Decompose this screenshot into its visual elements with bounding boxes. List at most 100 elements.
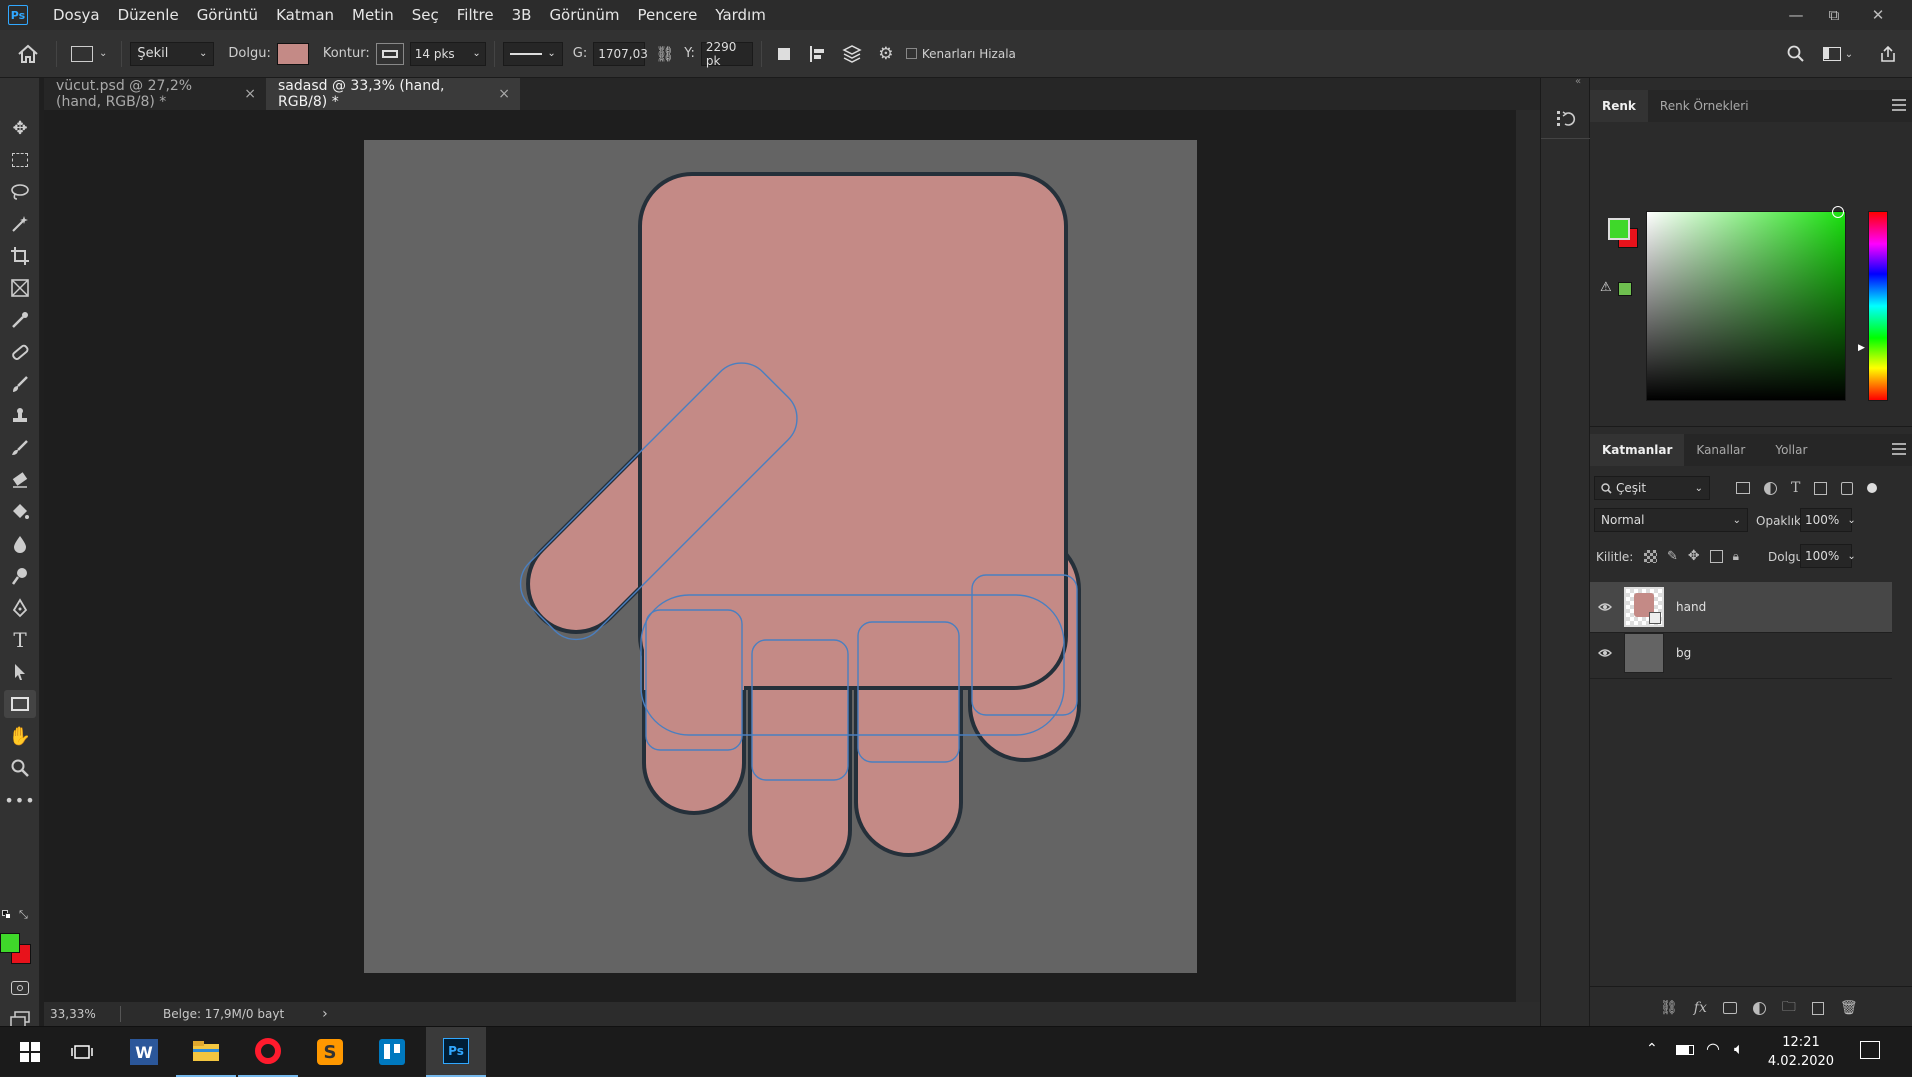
volume-icon[interactable]: 🔈︎: [1734, 1039, 1744, 1059]
close-tab-icon[interactable]: ×: [498, 86, 510, 102]
close-tab-icon[interactable]: ×: [244, 86, 256, 102]
filter-smart-object-icon[interactable]: [1841, 481, 1854, 495]
menu-item[interactable]: Seç: [403, 6, 448, 24]
wifi-icon[interactable]: ◠: [1706, 1039, 1720, 1058]
lock-position-icon[interactable]: ✥: [1688, 548, 1700, 564]
tab-swatches[interactable]: Renk Örnekleri: [1648, 90, 1761, 122]
swap-colors-icon[interactable]: ⤡: [19, 908, 28, 922]
document-tab[interactable]: vücut.psd @ 27,2% (hand, RGB/8) * ×: [44, 78, 266, 110]
foreground-color-swatch[interactable]: [0, 933, 20, 953]
filter-shape-icon[interactable]: [1814, 481, 1828, 495]
menu-item[interactable]: Katman: [267, 6, 343, 24]
shape-mode-dropdown[interactable]: Şekil ⌄: [130, 41, 215, 66]
history-brush-tool-icon[interactable]: [4, 434, 36, 462]
delete-layer-icon[interactable]: 🗑︎: [1840, 1000, 1858, 1016]
new-group-icon[interactable]: 🗀︎: [1782, 996, 1796, 1020]
warning-icon[interactable]: ⚠: [1600, 280, 1612, 295]
menu-item[interactable]: Dosya: [44, 6, 109, 24]
layer-filter-dropdown[interactable]: Çeşit ⌄: [1594, 476, 1710, 500]
add-mask-icon[interactable]: [1722, 1002, 1737, 1014]
stroke-color-swatch[interactable]: [375, 42, 404, 65]
file-explorer-icon[interactable]: [176, 1027, 236, 1077]
hue-slider-marker[interactable]: ▶: [1858, 343, 1865, 353]
layer-row[interactable]: hand: [1590, 582, 1892, 632]
healing-brush-tool-icon[interactable]: [4, 338, 36, 366]
clock[interactable]: 12:21 4.02.2020: [1766, 1033, 1836, 1071]
marquee-tool-icon[interactable]: [4, 146, 36, 174]
path-arrangement-icon[interactable]: [838, 40, 866, 68]
paint-bucket-tool-icon[interactable]: [4, 498, 36, 526]
tab-paths[interactable]: Yollar: [1763, 434, 1819, 466]
crop-tool-icon[interactable]: [4, 242, 36, 270]
web-safe-color-chip[interactable]: [1618, 282, 1632, 296]
filter-adjustment-icon[interactable]: [1764, 481, 1777, 495]
opera-icon[interactable]: [238, 1027, 298, 1077]
collapse-arrows-icon[interactable]: «: [1575, 76, 1581, 87]
palm-filler[interactable]: [644, 540, 744, 690]
eraser-tool-icon[interactable]: [4, 466, 36, 494]
lock-transparency-icon[interactable]: [1644, 549, 1657, 563]
layer-thumbnail[interactable]: [1624, 587, 1664, 627]
zoom-tool-icon[interactable]: [4, 754, 36, 782]
show-hidden-icons[interactable]: ⌃: [1646, 1041, 1658, 1057]
color-field-cursor[interactable]: [1832, 206, 1844, 218]
type-tool-icon[interactable]: T: [4, 626, 36, 654]
brush-tool-icon[interactable]: [4, 370, 36, 398]
stroke-type-dropdown[interactable]: ⌄: [502, 41, 563, 66]
layer-row[interactable]: bg: [1590, 628, 1892, 678]
align-edges-checkbox[interactable]: [905, 48, 917, 59]
lock-all-icon[interactable]: 🔒︎: [1733, 549, 1739, 564]
tab-channels[interactable]: Kanallar: [1684, 434, 1757, 466]
foreground-color-chip[interactable]: [1608, 218, 1630, 240]
gear-icon[interactable]: ⚙: [872, 40, 900, 68]
filter-toggle-icon[interactable]: [1867, 483, 1878, 493]
lasso-tool-icon[interactable]: [4, 178, 36, 206]
magic-wand-tool-icon[interactable]: [4, 210, 36, 238]
blend-mode-dropdown[interactable]: Normal ⌄: [1594, 508, 1748, 532]
photoshop-logo[interactable]: Ps: [8, 5, 28, 25]
sublime-text-icon[interactable]: S: [300, 1027, 360, 1077]
color-panel-menu-icon[interactable]: [1892, 99, 1906, 111]
layer-style-icon[interactable]: fx: [1694, 1000, 1707, 1016]
quick-mask-icon[interactable]: [4, 974, 36, 1002]
tab-color[interactable]: Renk: [1590, 90, 1648, 122]
photoshop-taskbar-icon[interactable]: Ps: [426, 1027, 486, 1077]
menu-item[interactable]: Yardım: [706, 6, 775, 24]
tab-layers[interactable]: Katmanlar: [1590, 434, 1685, 466]
frame-tool-icon[interactable]: [4, 274, 36, 302]
layer-thumbnail[interactable]: [1624, 633, 1664, 673]
restore-button[interactable]: ⧉: [1816, 0, 1852, 30]
status-menu-arrow[interactable]: ›: [322, 1006, 328, 1022]
menu-item[interactable]: 3B: [503, 6, 541, 24]
history-panel-icon[interactable]: [1553, 106, 1579, 132]
filter-type-icon[interactable]: T: [1791, 480, 1800, 496]
menu-item[interactable]: Görüntü: [188, 6, 267, 24]
task-view-icon[interactable]: [52, 1027, 112, 1077]
document-canvas[interactable]: [364, 140, 1197, 973]
menu-item[interactable]: Görünüm: [540, 6, 628, 24]
windows-start-icon[interactable]: [0, 1027, 60, 1077]
canvas-area[interactable]: [44, 110, 1516, 1008]
close-button[interactable]: ✕: [1860, 0, 1896, 30]
blur-tool-icon[interactable]: [4, 530, 36, 558]
search-icon[interactable]: [1782, 40, 1810, 68]
default-colors-icon[interactable]: [2, 910, 12, 920]
rectangle-tool-icon[interactable]: [4, 690, 36, 718]
hue-slider[interactable]: [1868, 211, 1888, 401]
word-app-icon[interactable]: W: [114, 1027, 174, 1077]
eye-icon[interactable]: [1590, 602, 1620, 612]
link-icon[interactable]: ⛓: [655, 45, 674, 63]
width-field[interactable]: 1707,03: [593, 41, 648, 66]
color-field[interactable]: [1646, 211, 1846, 401]
eye-icon[interactable]: [1590, 648, 1620, 658]
menu-item[interactable]: Pencere: [629, 6, 707, 24]
menu-item[interactable]: Düzenle: [109, 6, 188, 24]
path-selection-tool-icon[interactable]: [4, 658, 36, 686]
home-icon[interactable]: [8, 34, 48, 74]
new-layer-icon[interactable]: [1811, 1001, 1824, 1015]
dodge-tool-icon[interactable]: [4, 562, 36, 590]
adjustment-layer-icon[interactable]: [1752, 1001, 1766, 1015]
filter-pixel-icon[interactable]: [1736, 482, 1750, 494]
path-alignment-icon[interactable]: [804, 40, 832, 68]
document-tab[interactable]: sadasd @ 33,3% (hand, RGB/8) * ×: [266, 78, 520, 110]
